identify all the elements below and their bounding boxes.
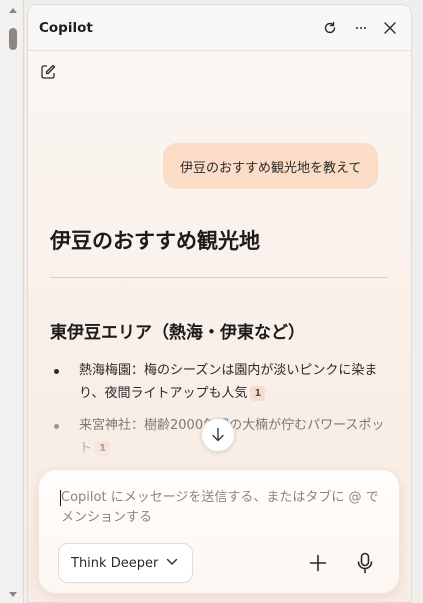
answer-heading: 伊豆のおすすめ観光地 xyxy=(50,229,260,253)
plus-icon xyxy=(309,554,327,572)
scroll-down-arrow-icon[interactable] xyxy=(9,592,17,597)
message-composer: Copilot にメッセージを送信する、またはタブに @ でメンションする Th… xyxy=(38,469,400,594)
scroll-up-arrow-icon[interactable] xyxy=(9,8,17,13)
arrow-down-icon xyxy=(212,427,224,442)
refresh-button[interactable] xyxy=(319,17,341,39)
chevron-down-icon xyxy=(166,558,178,565)
list-item-text: 熱海梅園：梅のシーズンは園内が淡いピンクに染まり、夜間ライトアップも人気 1 xyxy=(79,363,378,401)
citation-badge[interactable]: 1 xyxy=(250,386,266,401)
list-item: 熱海梅園：梅のシーズンは園内が淡いピンクに染まり、夜間ライトアップも人気 1 xyxy=(50,359,388,405)
refresh-icon xyxy=(324,21,336,34)
title-bar: Copilot xyxy=(28,5,411,51)
scroll-to-bottom-button[interactable] xyxy=(201,418,235,452)
section-heading: 東伊豆エリア（熱海・伊東など） xyxy=(50,323,305,343)
copilot-pane: Copilot 伊豆のおすすめ観光地を教えて 伊豆のおすすめ観光地 東伊豆エリア… xyxy=(27,4,412,603)
message-input[interactable]: Copilot にメッセージを送信する、またはタブに @ でメンションする xyxy=(61,488,381,528)
more-options-button[interactable] xyxy=(350,17,372,39)
add-attachment-button[interactable] xyxy=(306,551,330,575)
think-deeper-dropdown[interactable]: Think Deeper xyxy=(58,543,193,583)
mode-label: Think Deeper xyxy=(71,555,159,571)
scrollbar-thumb[interactable] xyxy=(9,28,17,50)
window-title: Copilot xyxy=(39,20,93,36)
compose-icon xyxy=(41,64,56,79)
voice-input-button[interactable] xyxy=(353,550,377,576)
close-icon xyxy=(384,22,396,34)
heading-divider xyxy=(50,277,388,278)
more-icon xyxy=(356,27,366,29)
new-chat-button[interactable] xyxy=(39,63,59,83)
outer-scrollbar[interactable] xyxy=(0,0,24,603)
user-message-bubble: 伊豆のおすすめ観光地を教えて xyxy=(163,143,379,189)
close-button[interactable] xyxy=(379,17,401,39)
microphone-icon xyxy=(357,552,373,574)
bullet-dot xyxy=(54,369,59,374)
